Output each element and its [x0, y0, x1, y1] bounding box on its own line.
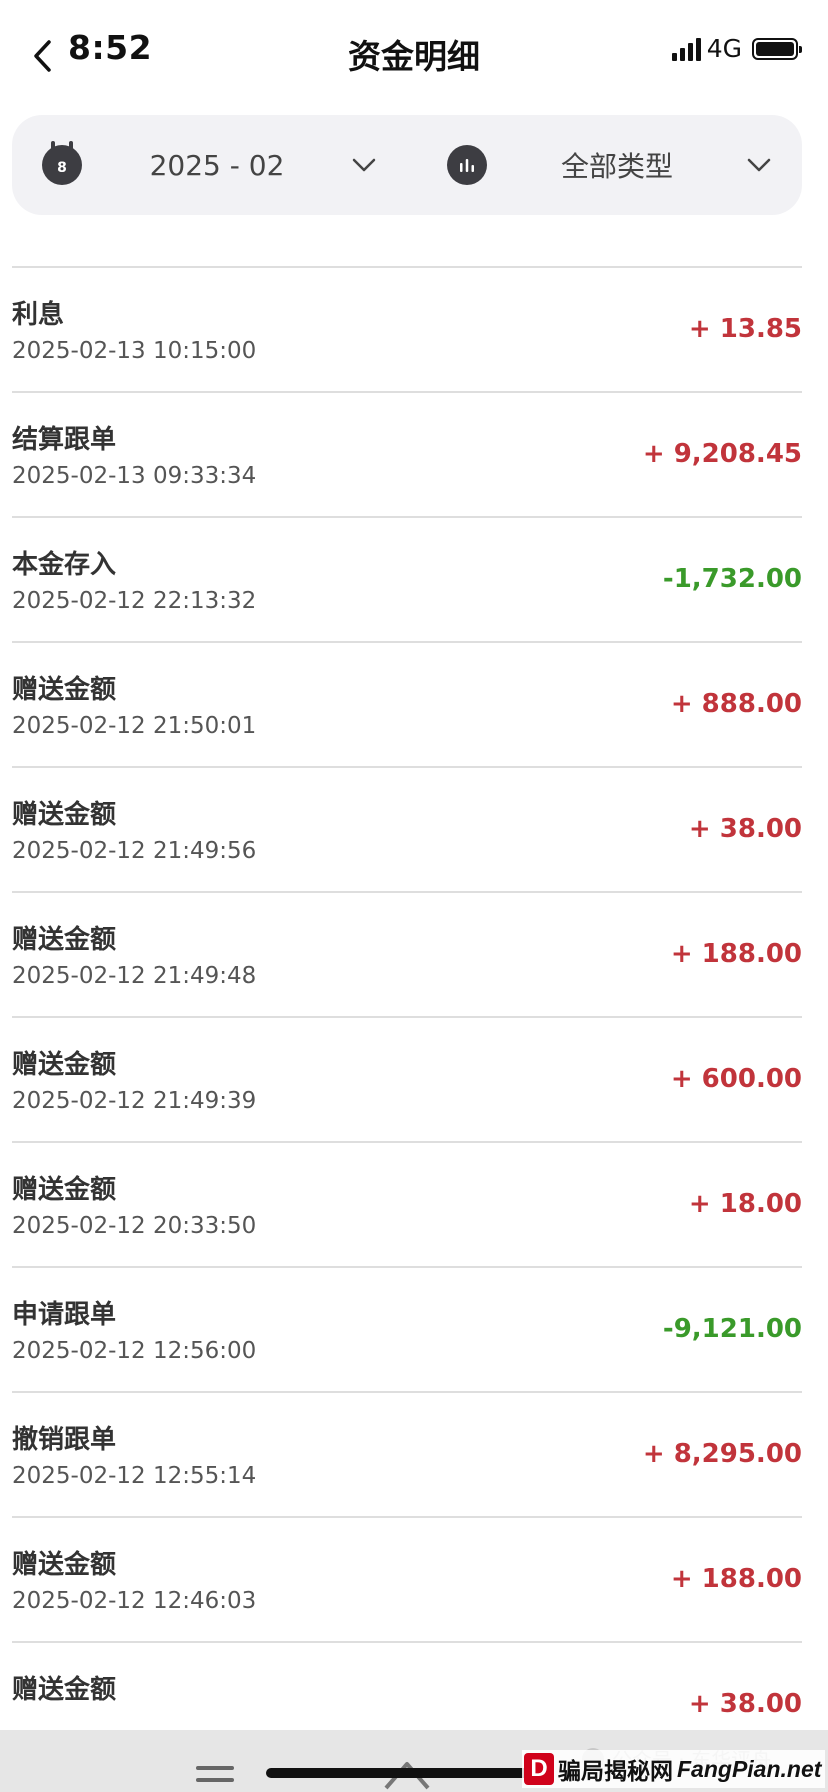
- transaction-type: 赠送金额: [12, 800, 117, 830]
- battery-icon: [752, 37, 802, 60]
- transaction-row[interactable]: 赠送金额 2025-02-12 21:49:48 + 188.00: [12, 893, 802, 1018]
- type-filter-value: 全部类型: [560, 150, 673, 183]
- transaction-time: 2025-02-12 21:49:39: [12, 1088, 257, 1114]
- type-filter-dropdown[interactable]: 全部类型: [447, 115, 777, 215]
- signal-icon: [671, 37, 701, 61]
- site-domain: FangPian.net: [677, 1755, 822, 1782]
- transaction-amount: + 888.00: [670, 689, 802, 719]
- transaction-time: 2025-02-12 12:56:00: [12, 1338, 257, 1364]
- transaction-row[interactable]: 撤销跟单 2025-02-12 12:55:14 + 8,295.00: [12, 1393, 802, 1518]
- transaction-time: 2025-02-13 09:33:34: [12, 463, 257, 489]
- transaction-type: 赠送金额: [12, 1175, 117, 1205]
- transaction-row[interactable]: 赠送金额 2025-02-12 12:46:03 + 188.00: [12, 1518, 802, 1643]
- transaction-type: 赠送金额: [12, 1675, 117, 1705]
- transaction-row[interactable]: 赠送金额 2025-02-12 21:49:39 + 600.00: [12, 1018, 802, 1143]
- transaction-type: 撤销跟单: [12, 1425, 117, 1455]
- transaction-time: 2025-02-12 21:49:56: [12, 838, 257, 864]
- transaction-list: 利息 2025-02-13 10:15:00 + 13.85 结算跟单 2025…: [12, 266, 802, 1768]
- transaction-type: 赠送金额: [12, 1050, 117, 1080]
- site-logo-icon: D: [524, 1753, 554, 1785]
- transaction-amount: + 38.00: [688, 814, 802, 844]
- transaction-row[interactable]: 赠送金额 2025-02-12 21:49:56 + 38.00: [12, 768, 802, 893]
- transaction-time: 2025-02-13 10:15:00: [12, 338, 257, 364]
- transaction-time: 2025-02-12 12:46:03: [12, 1588, 257, 1614]
- transaction-amount: + 9,208.45: [642, 439, 802, 469]
- chevron-down-icon: [352, 153, 376, 177]
- transaction-amount: + 38.00: [688, 1689, 802, 1719]
- network-label: 4G: [706, 34, 742, 63]
- transaction-amount: -9,121.00: [662, 1314, 802, 1344]
- transaction-amount: + 188.00: [670, 1564, 802, 1594]
- screen: 8:52 资金明细 4G 8 2025 - 02 全部类型 利息 2025-02…: [0, 0, 828, 1792]
- chevron-down-icon: [747, 153, 771, 177]
- transaction-time: 2025-02-12 22:13:32: [12, 588, 257, 614]
- transaction-amount: + 8,295.00: [642, 1439, 802, 1469]
- transaction-amount: + 600.00: [670, 1064, 802, 1094]
- transaction-type: 利息: [12, 300, 65, 330]
- filter-bar: 8 2025 - 02 全部类型: [12, 115, 802, 215]
- transaction-row[interactable]: 利息 2025-02-13 10:15:00 + 13.85: [12, 268, 802, 393]
- status-indicators: 4G: [671, 34, 802, 63]
- bottom-navigation-bar: 公众号 · 东华评舟 D 骗局揭秘网 FangPian.net: [0, 1730, 828, 1792]
- calendar-icon: 8: [42, 141, 82, 185]
- month-filter-value: 2025 - 02: [149, 148, 285, 182]
- transaction-time: 2025-02-12 21:49:48: [12, 963, 257, 989]
- transaction-row[interactable]: 赠送金额 2025-02-12 20:33:50 + 18.00: [12, 1143, 802, 1268]
- bar-chart-icon: [447, 145, 487, 185]
- transaction-type: 申请跟单: [12, 1300, 117, 1330]
- transaction-row[interactable]: 申请跟单 2025-02-12 12:56:00 -9,121.00: [12, 1268, 802, 1393]
- calendar-day: 8: [57, 160, 67, 176]
- transaction-amount: + 13.85: [688, 314, 802, 344]
- transaction-amount: + 18.00: [688, 1189, 802, 1219]
- transaction-type: 结算跟单: [12, 425, 117, 455]
- transaction-time: 2025-02-12 21:50:01: [12, 713, 257, 739]
- transaction-type: 本金存入: [12, 550, 117, 580]
- site-watermark: D 骗局揭秘网 FangPian.net: [522, 1750, 826, 1788]
- transaction-time: 2025-02-12 20:33:50: [12, 1213, 257, 1239]
- transaction-time: 2025-02-12 12:55:14: [12, 1463, 257, 1489]
- home-indicator[interactable]: [266, 1768, 548, 1778]
- transaction-type: 赠送金额: [12, 1550, 117, 1580]
- site-name: 骗局揭秘网: [558, 1759, 673, 1785]
- transaction-amount: -1,732.00: [662, 564, 802, 594]
- month-filter-dropdown[interactable]: 8 2025 - 02: [42, 115, 382, 215]
- transaction-row[interactable]: 本金存入 2025-02-12 22:13:32 -1,732.00: [12, 518, 802, 643]
- menu-icon[interactable]: [196, 1766, 234, 1790]
- transaction-amount: + 188.00: [670, 939, 802, 969]
- transaction-type: 赠送金额: [12, 675, 117, 705]
- transaction-type: 赠送金额: [12, 925, 117, 955]
- transaction-row[interactable]: 赠送金额 2025-02-12 21:50:01 + 888.00: [12, 643, 802, 768]
- transaction-row[interactable]: 结算跟单 2025-02-13 09:33:34 + 9,208.45: [12, 393, 802, 518]
